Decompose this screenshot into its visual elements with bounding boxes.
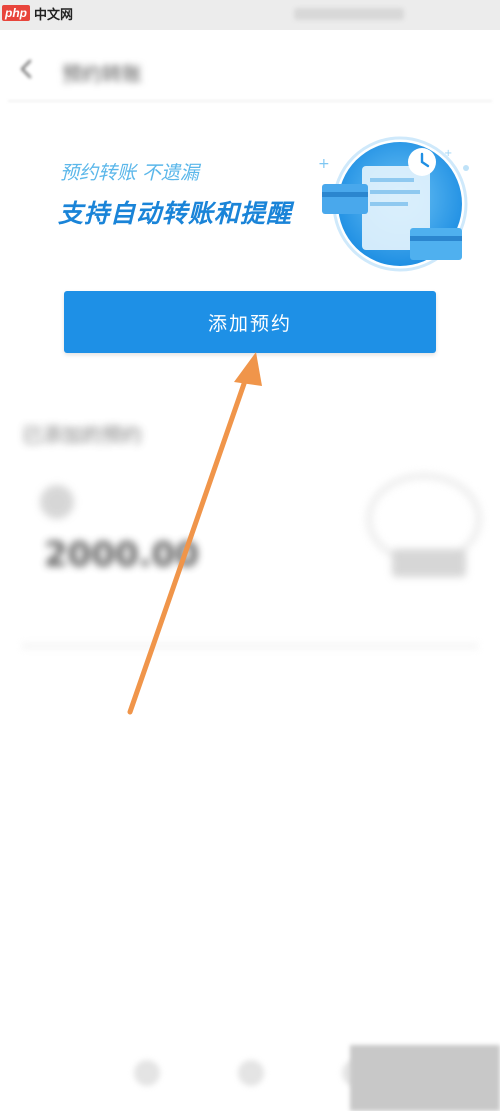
bank-logo-icon: [40, 485, 74, 519]
svg-text:+: +: [318, 156, 330, 172]
discover-icon[interactable]: [238, 1060, 264, 1086]
calendar-card-icon: + +: [318, 136, 469, 272]
record-amount: 2000.00: [44, 535, 199, 575]
promo-banner: 预约转账 不遗漏 支持自动转账和提醒 + +: [0, 120, 500, 272]
svg-text:+: +: [444, 148, 452, 159]
status-bar: php 中文网: [0, 0, 500, 30]
logo-text: 中文网: [34, 7, 74, 23]
chevron-left-icon[interactable]: [16, 58, 38, 80]
status-indicators: [294, 8, 404, 20]
section-title: 已添加的预约: [22, 423, 142, 447]
page-title: 预约转账: [62, 62, 142, 86]
add-reservation-button[interactable]: 添加预约: [64, 291, 436, 353]
banner-headline: 支持自动转账和提醒: [58, 199, 293, 228]
list-divider: [22, 645, 478, 647]
header-divider: [8, 100, 492, 102]
reservation-list: 已添加的预约 2000.00: [0, 405, 500, 655]
status-badge[interactable]: [392, 549, 466, 577]
page-header: 预约转账: [0, 40, 500, 100]
banner-subtitle: 预约转账 不遗漏: [60, 162, 200, 184]
watermark-tile: [350, 1045, 500, 1111]
watermark-logo: php 中文网: [2, 2, 73, 24]
home-icon[interactable]: [134, 1060, 160, 1086]
logo-badge: php: [2, 5, 30, 21]
